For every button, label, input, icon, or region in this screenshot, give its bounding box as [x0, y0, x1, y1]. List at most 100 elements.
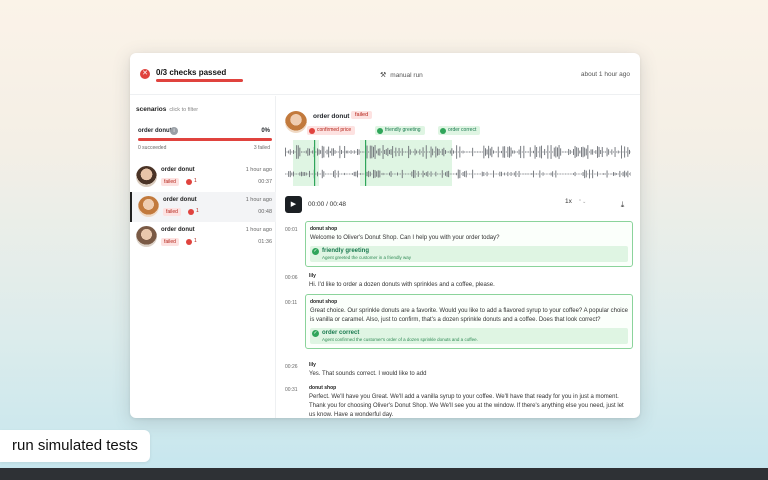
playhead-marker — [365, 140, 367, 186]
waveform-bar-top — [582, 146, 584, 158]
scenario-percent: 0% — [261, 128, 270, 134]
waveform-bar-top — [550, 145, 552, 159]
waveform-bar-top — [501, 150, 502, 154]
check-tag-order-correct[interactable]: order correct — [438, 126, 481, 135]
waveform-bar-top — [446, 151, 448, 153]
waveform-bar-bottom — [547, 173, 549, 175]
run-duration: 00:48 — [258, 209, 272, 215]
waveform-bar-bottom — [454, 173, 456, 175]
waveform-bar-top — [360, 151, 362, 153]
waveform-bar-bottom — [550, 172, 552, 176]
waveform-bar-top — [304, 151, 306, 153]
waveform-bar-bottom — [589, 169, 590, 179]
timestamp: 00:26 — [285, 364, 298, 370]
waveform-bar-top — [614, 147, 616, 157]
waveform-bar-bottom — [445, 172, 446, 176]
check-tag-confirmed-price[interactable]: confirmed price — [307, 126, 356, 135]
waveform-bar-top — [507, 146, 509, 158]
waveform-bar-bottom — [400, 173, 402, 175]
waveform-bar-bottom — [617, 173, 619, 175]
waveform-bar-bottom — [419, 173, 421, 175]
waveform-bar-bottom — [336, 173, 338, 175]
waveform-bar-top — [357, 148, 358, 156]
waveform-bar-bottom — [582, 172, 584, 176]
waveform-bar-bottom — [553, 173, 555, 175]
waveform-bar-top — [337, 151, 339, 153]
play-button[interactable]: ▶ — [285, 196, 302, 213]
waveform-bar-top — [456, 145, 458, 159]
waveform-bar-top — [438, 148, 440, 156]
waveform-bar-top — [502, 146, 504, 158]
waveform-bar-top — [425, 145, 427, 159]
waveform-bar-top — [334, 150, 336, 154]
waveform-bar-bottom — [432, 173, 434, 175]
scenario-failed: 3 failed — [253, 145, 270, 151]
run-time: 1 hour ago — [245, 197, 272, 203]
waveform-bar-top — [598, 146, 600, 158]
waveform-bar-top — [496, 151, 498, 153]
waveform-bar-top — [417, 151, 419, 153]
download-button[interactable]: ⤓ — [614, 196, 631, 213]
waveform-bar-bottom — [462, 172, 464, 176]
waveform-bar-top — [305, 150, 307, 154]
waveform-bar-top — [409, 149, 411, 155]
waveform-bar-top — [441, 148, 443, 156]
waveform-bar-top — [526, 151, 528, 153]
run-list-item[interactable]: order donut 1 hour ago failed 1 01:36 — [130, 222, 276, 252]
waveform-bar-bottom — [606, 170, 608, 178]
waveform-bar-top — [561, 151, 563, 153]
scenario-filter-order-donut[interactable]: order donut i 0% 0 succeeded 3 failed — [136, 124, 272, 154]
waveform-bar-top — [336, 151, 338, 153]
waveform-bar-top — [523, 145, 525, 159]
waveform-bar-bottom — [427, 171, 429, 177]
waveform-bar-bottom — [464, 171, 466, 177]
checks-progress-bar — [156, 79, 243, 82]
waveform-bar-bottom — [389, 172, 390, 176]
waveform-bar-bottom — [577, 173, 579, 175]
waveform-bar-bottom — [568, 173, 570, 175]
waveform-bar-bottom — [397, 172, 398, 176]
waveform-bar-bottom — [483, 172, 485, 176]
waveform-bar-bottom — [481, 171, 483, 177]
run-type: ⚒ manual run — [380, 71, 423, 79]
waveform-bar-top — [609, 151, 611, 153]
waveform-bar-top — [537, 151, 539, 153]
timestamp: 00:31 — [285, 387, 298, 393]
waveform-bar-top — [302, 151, 304, 153]
waveform-bar-top — [454, 151, 456, 153]
waveform-bar-bottom — [587, 173, 589, 175]
waveform-bar-bottom — [289, 170, 291, 178]
chevron-updown-icon: ⌃⌄ — [577, 199, 587, 205]
waveform-bar-top — [625, 151, 627, 153]
info-icon[interactable]: i — [170, 127, 178, 135]
waveform-bar-top — [344, 146, 346, 158]
waveform-bar-top — [478, 151, 480, 153]
fail-status-icon: ✕ — [140, 69, 150, 79]
status-badge: failed — [351, 111, 373, 119]
waveform-bar-top — [480, 151, 482, 153]
waveform-bar-bottom — [321, 169, 323, 179]
waveform-bar-top — [433, 151, 435, 153]
waveform-bar-top — [624, 146, 626, 158]
waveform-bar-top — [437, 148, 438, 156]
waveform-bar-top — [505, 151, 507, 153]
check-tag-friendly-greeting[interactable]: friendly greeting — [375, 126, 425, 135]
run-time: 1 hour ago — [245, 167, 272, 173]
waveform-bar-bottom — [345, 173, 347, 175]
waveform-bar-bottom — [302, 172, 304, 176]
waveform-bar-bottom — [379, 170, 381, 178]
waveform-bar-top — [568, 148, 570, 156]
fail-dot-icon — [186, 179, 192, 185]
run-list-item-selected[interactable]: order donut 1 hour ago failed 1 00:48 — [130, 192, 276, 222]
waveform-bar-top — [342, 151, 344, 153]
playback-speed-select[interactable]: 1x ⌃⌄ — [565, 198, 586, 205]
waveform-bar-top — [608, 149, 610, 155]
waveform-bar-bottom — [411, 171, 413, 177]
waveform-bar-top — [424, 151, 426, 153]
playback-speed-value: 1x — [565, 198, 572, 205]
waveform-bar-bottom — [403, 173, 405, 175]
run-list-item[interactable]: order donut 1 hour ago failed 1 00:37 — [130, 162, 276, 192]
waveform-bar-bottom — [496, 173, 498, 175]
waveform-bar-bottom — [470, 173, 472, 175]
audio-waveform[interactable] — [285, 140, 631, 186]
